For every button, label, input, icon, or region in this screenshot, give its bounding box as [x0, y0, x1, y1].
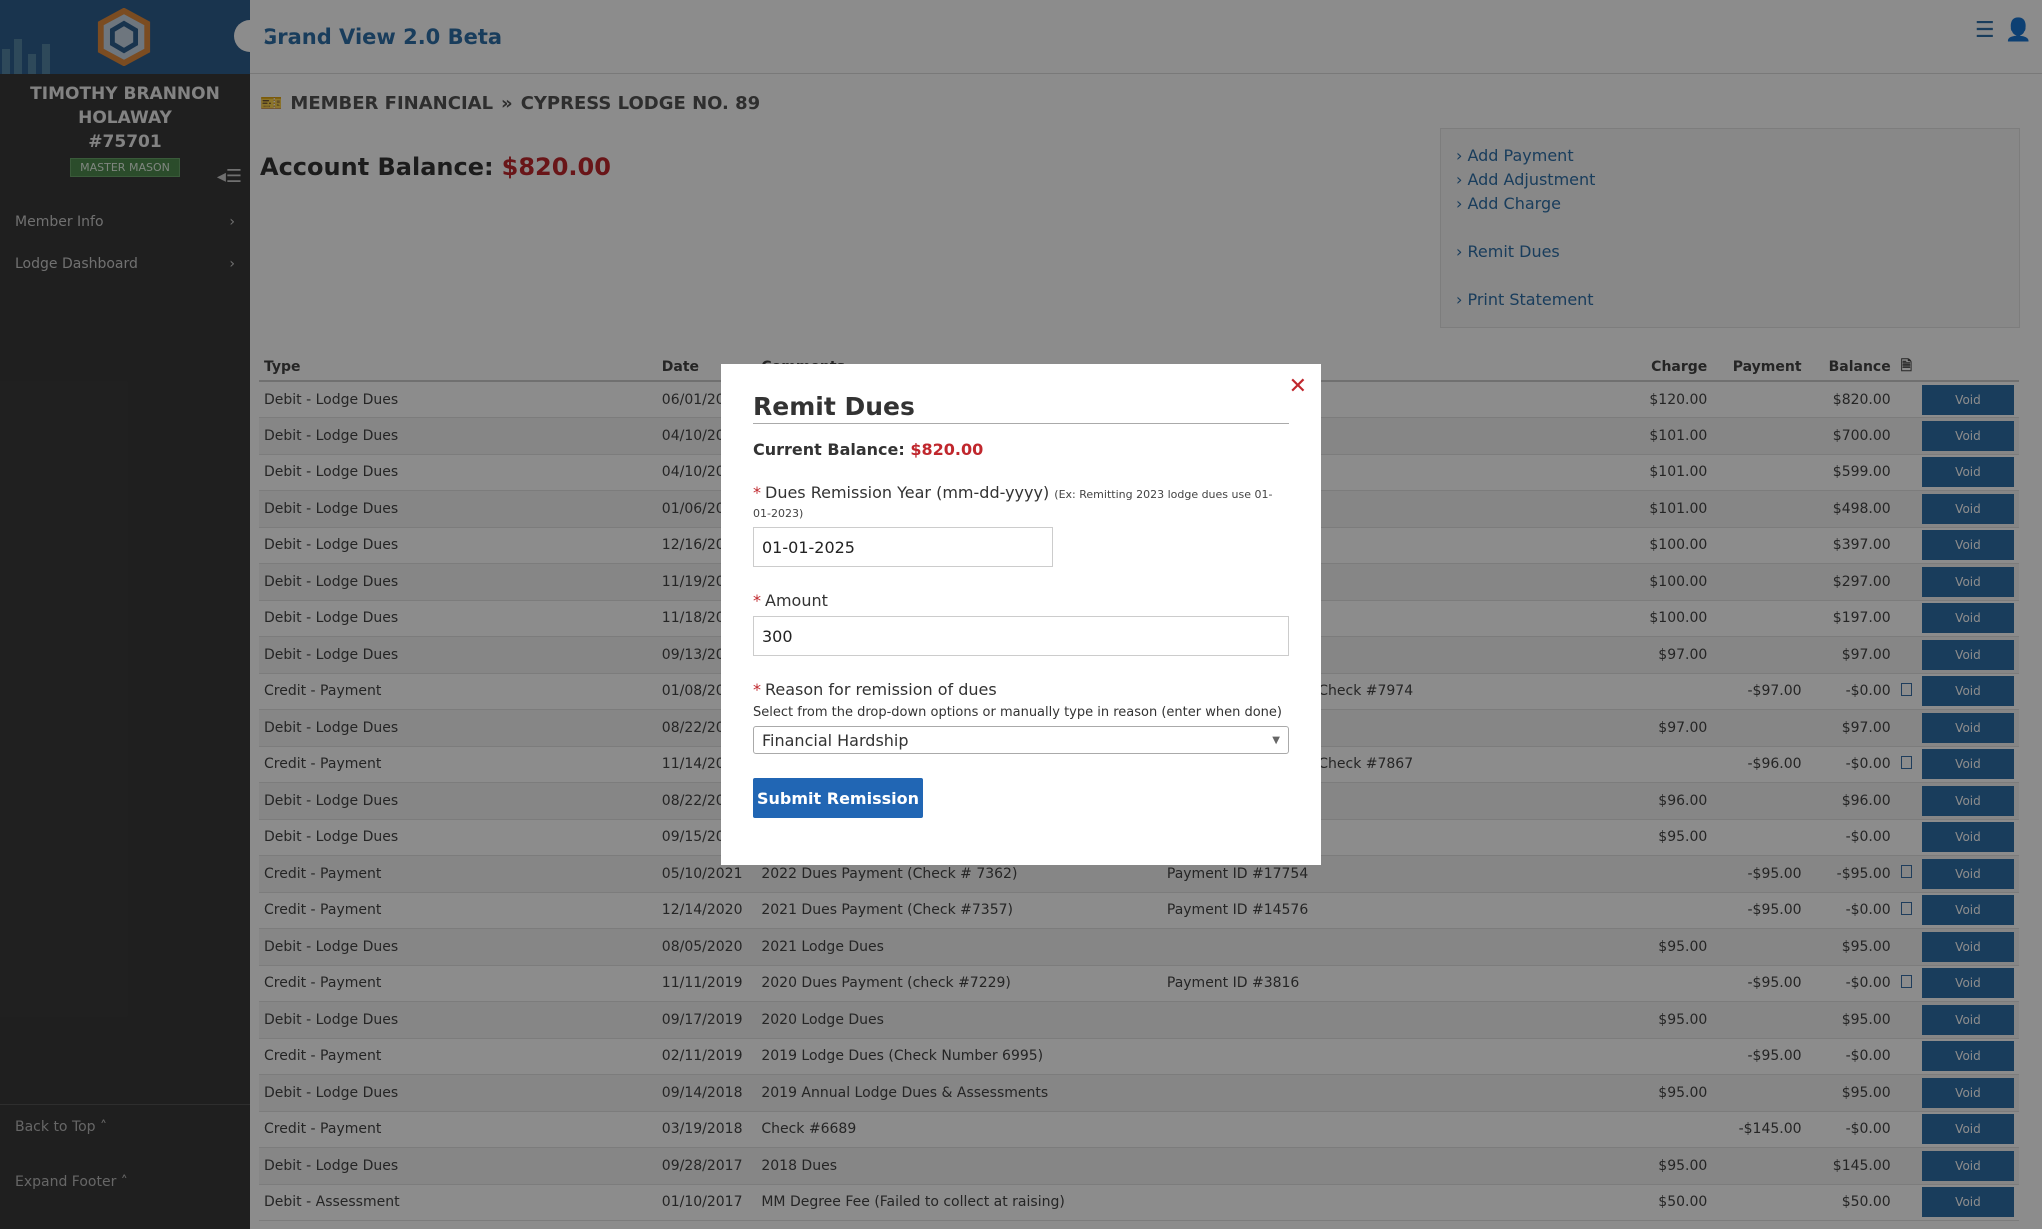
- required-marker: *: [753, 483, 761, 502]
- current-balance-amount: $820.00: [910, 440, 984, 459]
- caret-down-icon: ▼: [1272, 734, 1280, 746]
- remit-dues-modal: ✕ Remit Dues Current Balance: $820.00 * D…: [721, 364, 1321, 865]
- remission-year-input[interactable]: 01-01-2025: [753, 527, 1053, 567]
- close-icon[interactable]: ✕: [1289, 374, 1307, 399]
- year-field-label: * Dues Remission Year (mm-dd-yyyy) (Ex: R…: [753, 483, 1289, 521]
- modal-title: Remit Dues: [753, 392, 1289, 424]
- reason-hint: Select from the drop-down options or man…: [753, 705, 1282, 720]
- remission-year-value: 01-01-2025: [762, 537, 855, 557]
- year-label-text: Dues Remission Year (mm-dd-yyyy): [765, 483, 1050, 502]
- amount-value: 300: [762, 626, 793, 646]
- reason-select[interactable]: Financial Hardship ▼: [753, 726, 1289, 754]
- amount-label-text: Amount: [765, 591, 828, 610]
- amount-input[interactable]: 300: [753, 616, 1289, 656]
- submit-remission-button[interactable]: Submit Remission: [753, 778, 923, 818]
- required-marker: *: [753, 591, 761, 610]
- current-balance-label: Current Balance:: [753, 440, 905, 459]
- required-marker: *: [753, 680, 761, 699]
- reason-field-label: * Reason for remission of dues: [753, 680, 1289, 699]
- reason-selected-value: Financial Hardship: [762, 730, 909, 750]
- modal-current-balance: Current Balance: $820.00: [753, 440, 1289, 459]
- reason-label-text: Reason for remission of dues: [765, 680, 997, 699]
- amount-field-label: * Amount: [753, 591, 1289, 610]
